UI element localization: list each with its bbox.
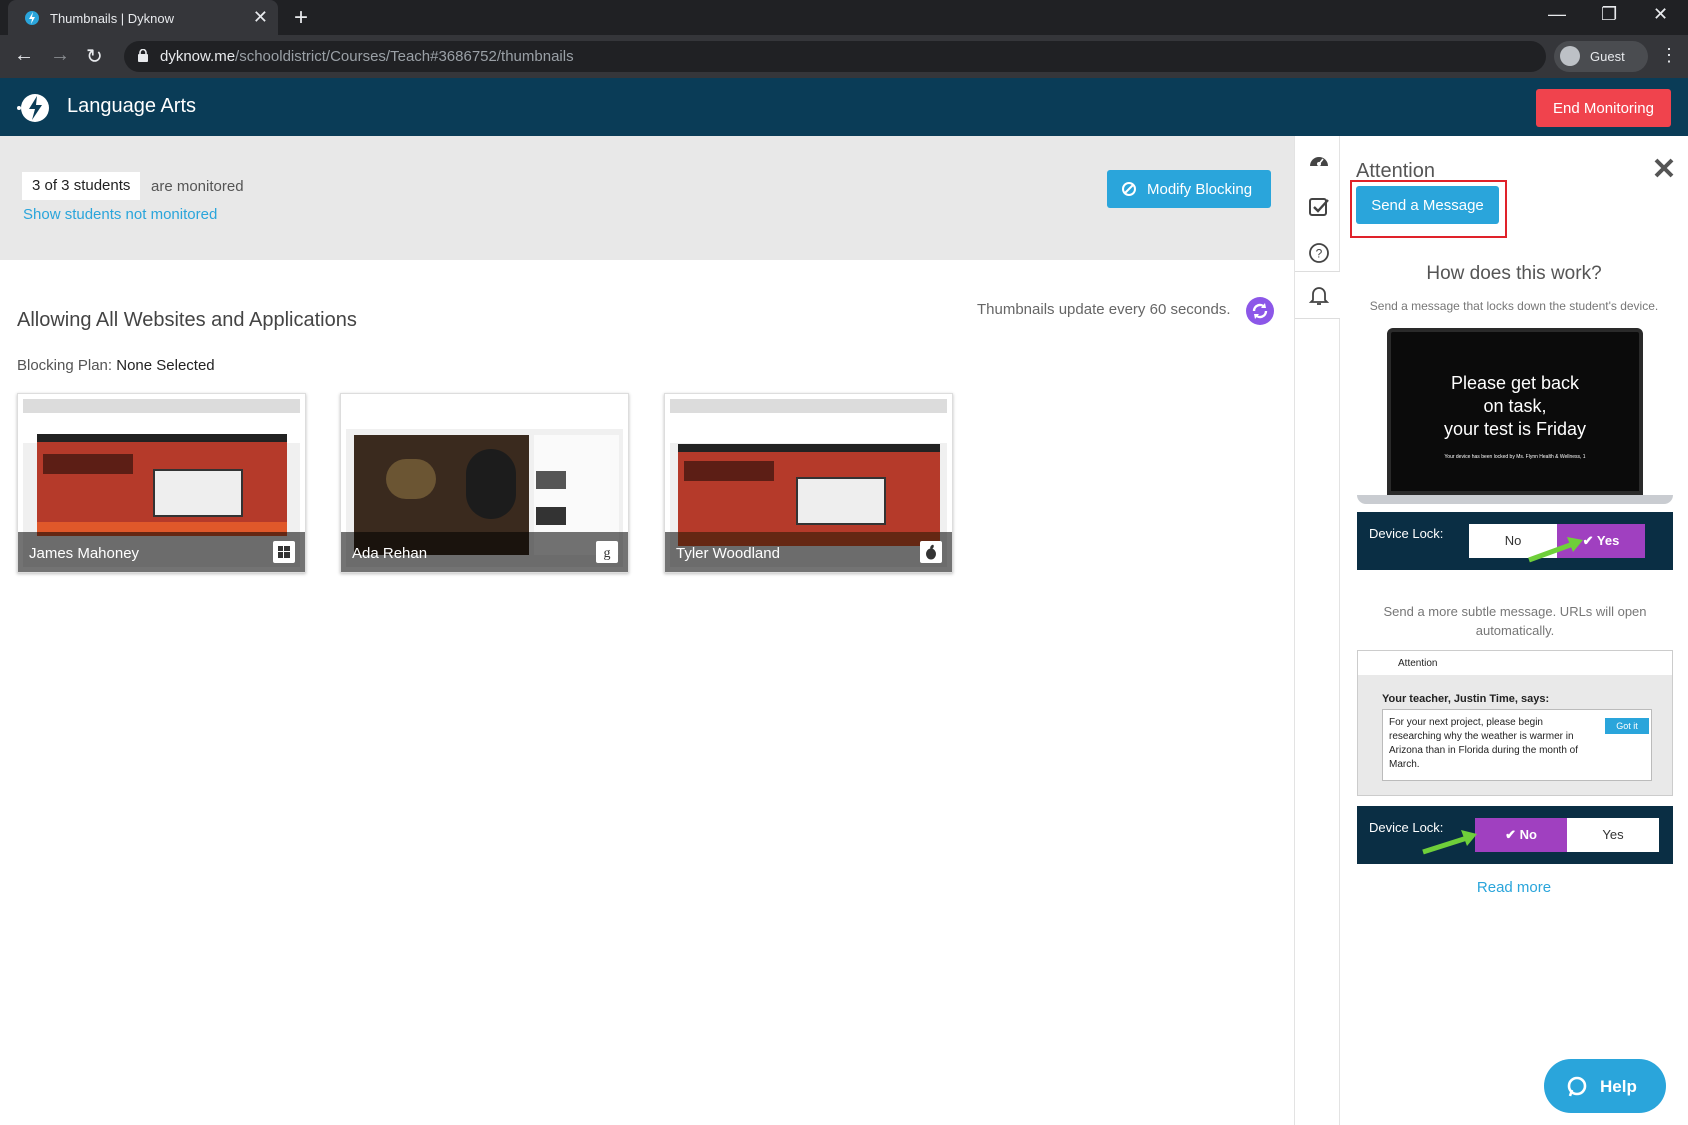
device-lock-label: Device Lock: bbox=[1369, 526, 1444, 541]
url-text: dyknow.me/schooldistrict/Courses/Teach#3… bbox=[160, 48, 574, 65]
refresh-icon[interactable] bbox=[1246, 297, 1274, 325]
back-icon[interactable]: ← bbox=[14, 44, 34, 67]
blocking-plan-value: None Selected bbox=[116, 357, 215, 374]
device-lock-yes-example: Device Lock: No ✔ Yes bbox=[1357, 512, 1673, 570]
lock-message-line: Please get back bbox=[1450, 373, 1580, 393]
end-monitoring-button[interactable]: End Monitoring bbox=[1536, 89, 1671, 127]
forward-icon[interactable]: → bbox=[50, 44, 70, 67]
course-name: Language Arts bbox=[67, 95, 196, 117]
student-name: Tyler Woodland bbox=[676, 545, 780, 562]
app-header: Language Arts End Monitoring bbox=[0, 78, 1688, 136]
dyknow-favicon-icon bbox=[25, 11, 39, 25]
windows-icon bbox=[273, 541, 295, 563]
dashboard-icon[interactable] bbox=[1308, 150, 1330, 172]
new-tab-icon[interactable]: + bbox=[294, 4, 308, 32]
chrome-os-icon: g bbox=[596, 541, 618, 563]
side-rail: ? bbox=[1294, 136, 1341, 1125]
thumbnail-update-text: Thumbnails update every 60 seconds. bbox=[977, 301, 1231, 318]
lock-small-text: Your device has been locked by Ms. Flynn… bbox=[1444, 454, 1586, 460]
show-not-monitored-link[interactable]: Show students not monitored bbox=[23, 206, 217, 223]
window-close-icon[interactable]: ✕ bbox=[1653, 4, 1668, 25]
attention-panel: Attention Send a Message How does this w… bbox=[1340, 136, 1688, 1125]
dyknow-logo-icon bbox=[17, 94, 49, 122]
green-arrow-icon bbox=[1528, 537, 1583, 563]
monitored-count: 3 of 3 students bbox=[22, 172, 141, 200]
lock-message-line: on task, bbox=[1483, 396, 1547, 416]
modify-blocking-button[interactable]: Modify Blocking bbox=[1107, 170, 1271, 208]
student-name: Ada Rehan bbox=[352, 545, 428, 562]
reload-icon[interactable]: ↻ bbox=[86, 44, 103, 69]
close-panel-icon[interactable] bbox=[1652, 156, 1676, 180]
help-button[interactable]: Help bbox=[1544, 1059, 1666, 1113]
avatar-icon bbox=[1560, 46, 1580, 66]
profile-button[interactable]: Guest bbox=[1554, 41, 1648, 72]
bell-icon bbox=[1308, 287, 1330, 305]
locked-device-illustration: Please get back on task, your test is Fr… bbox=[1357, 328, 1673, 508]
blocking-plan: Blocking Plan: None Selected bbox=[17, 357, 215, 374]
how-it-works-title: How does this work? bbox=[1426, 263, 1602, 284]
monitoring-summary-bar: 3 of 3 students are monitored Show stude… bbox=[0, 136, 1294, 260]
minimize-icon[interactable]: — bbox=[1548, 4, 1566, 25]
device-lock-yes-option: Yes bbox=[1567, 818, 1659, 852]
read-more-link[interactable]: Read more bbox=[1340, 879, 1688, 896]
blocking-status-title: Allowing All Websites and Applications bbox=[17, 309, 357, 331]
monitored-suffix: are monitored bbox=[151, 178, 244, 195]
browser-tab-bar: Thumbnails | Dyknow ✕ + — ❐ ✕ bbox=[0, 0, 1688, 37]
subtle-description: Send a more subtle message. URLs will op… bbox=[1383, 604, 1647, 638]
attention-window-illustration: Attention Your teacher, Justin Time, say… bbox=[1357, 650, 1673, 796]
svg-text:g: g bbox=[604, 546, 611, 561]
lock-message-line: your test is Friday bbox=[1443, 419, 1587, 439]
chat-bubble-icon bbox=[1567, 1076, 1587, 1097]
browser-toolbar: ← → ↻ dyknow.me/schooldistrict/Courses/T… bbox=[0, 35, 1688, 78]
tab-title: Thumbnails | Dyknow bbox=[50, 11, 175, 26]
device-lock-no-example: Device Lock: ✔ No Yes bbox=[1357, 806, 1673, 864]
device-lock-no-option: ✔ No bbox=[1475, 818, 1567, 852]
apple-icon bbox=[920, 541, 942, 563]
lock-description: Send a message that locks down the stude… bbox=[1369, 299, 1659, 313]
student-thumbnail[interactable]: James Mahoney bbox=[17, 393, 306, 573]
close-tab-icon[interactable]: ✕ bbox=[253, 7, 268, 28]
block-icon bbox=[1122, 182, 1136, 196]
profile-label: Guest bbox=[1590, 49, 1625, 64]
restore-icon[interactable]: ❐ bbox=[1601, 4, 1617, 25]
address-bar[interactable]: dyknow.me/schooldistrict/Courses/Teach#3… bbox=[124, 41, 1546, 72]
help-label: Help bbox=[1600, 1077, 1637, 1096]
mock-got-it-button: Got it bbox=[1605, 718, 1649, 734]
svg-text:?: ? bbox=[1316, 247, 1323, 261]
help-circle-icon[interactable]: ? bbox=[1308, 242, 1330, 264]
checklist-icon[interactable] bbox=[1308, 196, 1330, 218]
student-thumbnail[interactable]: Tyler Woodland bbox=[664, 393, 953, 573]
student-name: James Mahoney bbox=[29, 545, 140, 562]
modify-blocking-label: Modify Blocking bbox=[1147, 181, 1253, 198]
mock-message-text: For your next project, please begin rese… bbox=[1389, 717, 1578, 770]
attention-tab[interactable] bbox=[1295, 271, 1341, 319]
student-thumbnail[interactable]: Ada Rehan g bbox=[340, 393, 629, 573]
mock-teacher-says: Your teacher, Justin Time, says: bbox=[1382, 693, 1550, 705]
green-arrow-icon bbox=[1422, 830, 1477, 855]
lock-icon bbox=[138, 49, 148, 62]
send-message-button[interactable]: Send a Message bbox=[1356, 186, 1499, 224]
browser-tab[interactable]: Thumbnails | Dyknow ✕ bbox=[8, 0, 278, 37]
mock-window-title: Attention bbox=[1398, 658, 1438, 669]
browser-menu-icon[interactable]: ⋮ bbox=[1660, 45, 1678, 66]
